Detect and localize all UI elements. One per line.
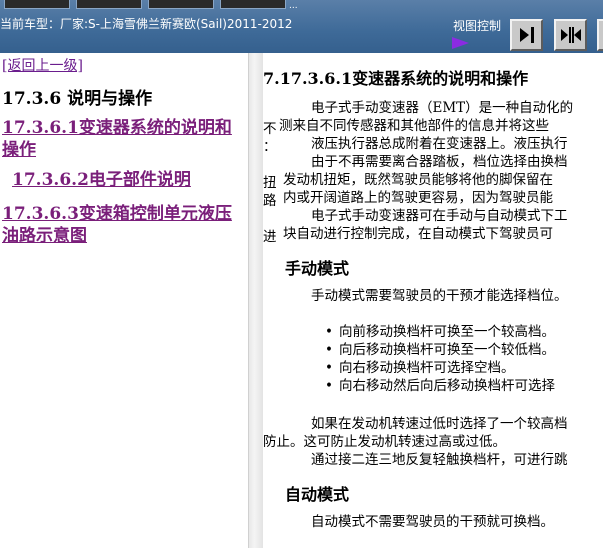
list-item: 向前移动换档杆可换至一个较高档。 (325, 323, 555, 341)
tab-more[interactable]: ... (284, 0, 324, 11)
cut-char: 不 (263, 121, 277, 137)
view-collapse-left-button[interactable] (597, 19, 603, 51)
toc-link-system-description[interactable]: 17.3.6.1变速器系统的说明和操作 (2, 117, 248, 161)
section-title: 17.3.6 说明与操作 (2, 89, 153, 109)
split-arrows-icon (560, 27, 581, 43)
toc-pane: [返回上一级] 17.3.6 说明与操作 17.3.6.1变速器系统的说明和操作… (0, 53, 248, 548)
tab-remnant[interactable] (148, 0, 214, 9)
auto-mode-intro: 自动模式不需要驾驶员的干预就可换档。 (311, 514, 554, 530)
pane-splitter[interactable] (248, 53, 263, 548)
content-title: 7.17.3.6.1变速器系统的说明和操作 (263, 69, 529, 88)
tab-remnant[interactable] (220, 0, 286, 9)
cut-char: 进 (263, 229, 277, 245)
tab-remnant[interactable] (76, 0, 142, 9)
cut-char: 扭 (263, 175, 277, 191)
top-header: ... 当前车型：厂家:S-上海雪佛兰新赛欧(Sail)2011-2012 视图… (0, 0, 603, 53)
cut-char: 路 (263, 193, 277, 209)
tab-remnant[interactable] (4, 0, 70, 9)
list-item: 向右移动换档杆可选择空档。 (325, 359, 514, 377)
auto-mode-heading: 自动模式 (285, 485, 350, 504)
back-link[interactable]: [返回上一级] (2, 55, 83, 75)
play-icon[interactable] (452, 37, 469, 49)
body-line: 块自动进行控制完成，在自动模式下驾驶员可 (283, 226, 553, 242)
body-line: 内或开阔道路上的驾驶更容易，因为驾驶员能 (283, 190, 553, 206)
toc-link-hydraulic-diagram[interactable]: 17.3.6.3变速箱控制单元液压油路示意图 (2, 203, 248, 247)
view-expand-right-button[interactable] (510, 19, 543, 51)
current-car-label: 当前车型：厂家:S-上海雪佛兰新赛欧(Sail)2011-2012 (0, 17, 293, 31)
content-pane: 7.17.3.6.1变速器系统的说明和操作 电子式手动变速器（EMT）是一种自动… (263, 53, 603, 548)
more-dots: ... (289, 1, 298, 11)
cut-char: ： (263, 139, 277, 155)
view-split-button[interactable] (554, 19, 587, 51)
body-line: 电子式手动变速器（EMT）是一种自动化的 (311, 100, 574, 116)
body-line: 发动机扭矩，既然驾驶员能够将他的脚保留在 (283, 172, 553, 188)
body-line: 如果在发动机转速过低时选择了一个较高档 (311, 416, 568, 432)
tab-strip: ... (0, 0, 330, 11)
manual-mode-intro: 手动模式需要驾驶员的干预才能选择档位。 (311, 288, 568, 304)
list-item: 向右移动然后向后移动换档杆可选择 (325, 377, 555, 395)
view-control-label: 视图控制 (453, 19, 502, 33)
manual-mode-heading: 手动模式 (285, 259, 350, 278)
list-item: 向后移动换档杆可换至一个较低档。 (325, 341, 555, 359)
body-line: 测来自不同传感器和其他部件的信息并将这些 (279, 118, 549, 134)
body-line: 防止。这可防止发动机转速过高或过低。 (263, 434, 506, 450)
body-line: 由于不再需要离合器踏板，档位选择由换档 (311, 154, 568, 170)
toc-link-electronic-parts[interactable]: 17.3.6.2电子部件说明 (12, 169, 248, 191)
arrow-right-bar-icon (519, 27, 534, 43)
body-line: 通过接二连三地反复轻触换档杆，可进行跳 (311, 452, 568, 468)
body-line: 电子式手动变速器可在手动与自动模式下工 (311, 208, 568, 224)
body-line: 液压执行器总成附着在变速器上。液压执行 (311, 136, 568, 152)
